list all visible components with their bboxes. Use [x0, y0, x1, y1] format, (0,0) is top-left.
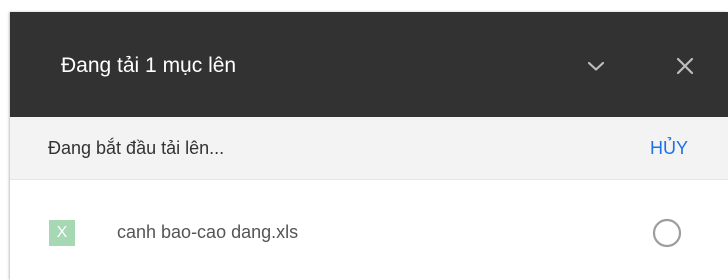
chevron-down-icon: [587, 61, 605, 71]
collapse-button[interactable]: [576, 46, 616, 86]
excel-file-icon: X: [49, 220, 75, 246]
cancel-button[interactable]: HỦY: [650, 138, 688, 158]
close-button[interactable]: [665, 46, 705, 86]
list-item: X canh bao-cao dang.xls: [10, 180, 728, 280]
upload-status-text: Đang bắt đầu tải lên...: [48, 138, 225, 158]
upload-panel: Đang tải 1 mục lên Đang bắt đầu tải lên.…: [10, 12, 728, 280]
upload-progress-icon: [652, 218, 682, 248]
upload-panel-title: Đang tải 1 mục lên: [61, 54, 237, 77]
close-icon: [676, 57, 694, 75]
upload-status-row: Đang bắt đầu tải lên... HỦY: [10, 117, 728, 180]
file-name: canh bao-cao dang.xls: [117, 222, 299, 242]
upload-panel-header: Đang tải 1 mục lên: [10, 12, 728, 117]
